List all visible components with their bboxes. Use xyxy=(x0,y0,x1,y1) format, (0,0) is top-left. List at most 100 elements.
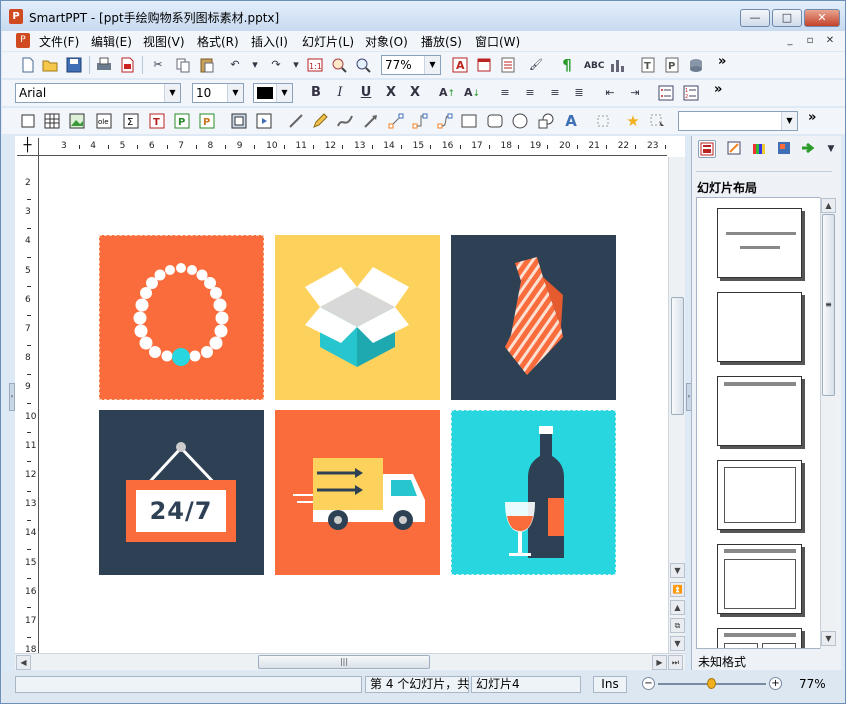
menu-view[interactable]: 视图(V) xyxy=(143,33,185,50)
export-pdf-icon[interactable] xyxy=(118,56,136,74)
animation-tab-icon[interactable] xyxy=(775,140,793,158)
scrollbar-thumb[interactable]: ||| xyxy=(258,655,430,669)
zoom-in-button[interactable]: + xyxy=(769,677,782,690)
toolbar-overflow-button[interactable]: » xyxy=(718,54,726,69)
menu-insert[interactable]: 插入(I) xyxy=(251,33,288,50)
pen-tool-icon[interactable] xyxy=(311,112,329,130)
format-painter-icon[interactable]: 🖌 xyxy=(527,56,545,74)
layout-title-only[interactable] xyxy=(717,376,802,446)
zoom-slider-thumb[interactable] xyxy=(707,678,716,689)
underline-icon[interactable]: U xyxy=(357,84,375,102)
insert-image-icon[interactable] xyxy=(68,112,86,130)
insert-list-icon[interactable] xyxy=(499,56,517,74)
align-center-icon[interactable]: ≡ xyxy=(546,84,564,102)
color-scheme-tab-icon[interactable] xyxy=(750,140,768,158)
scroll-down-button[interactable]: ▼ xyxy=(670,563,685,578)
toolbar-overflow-button[interactable]: » xyxy=(808,110,816,125)
panel-menu-chevron-icon[interactable]: ▼ xyxy=(822,140,840,158)
editor-vertical-scrollbar[interactable]: ▼ ⏫ ▲ ⧉ ▼ xyxy=(668,157,685,654)
slide-layout-tab-icon[interactable] xyxy=(698,140,716,158)
copy-icon[interactable] xyxy=(174,56,192,74)
transition-tab-icon[interactable] xyxy=(799,140,817,158)
toolbar-overflow-button[interactable]: » xyxy=(714,82,722,97)
minimize-button[interactable]: — xyxy=(740,9,770,27)
insert-mode[interactable]: Ins xyxy=(593,676,627,693)
justify-icon[interactable]: ≣ xyxy=(570,84,588,102)
text-color-select[interactable]: ▼ xyxy=(253,83,293,103)
style-select[interactable]: ▼ xyxy=(678,111,798,131)
scroll-left-button[interactable]: ◀ xyxy=(16,655,31,670)
menu-window[interactable]: 窗口(W) xyxy=(475,33,520,50)
font-color-icon[interactable]: A xyxy=(451,56,469,74)
increase-font-icon[interactable]: A↑ xyxy=(438,84,456,102)
tile-gift-box[interactable] xyxy=(275,235,440,400)
undo-dropdown-icon[interactable]: ▾ xyxy=(246,56,264,74)
scroll-down-button[interactable]: ▼ xyxy=(821,631,836,646)
menu-format[interactable]: 格式(R) xyxy=(197,33,239,50)
elbow-connector-icon[interactable] xyxy=(411,112,429,130)
insert-formula-icon[interactable]: Σ xyxy=(122,112,140,130)
mdi-minimize-button[interactable]: _ xyxy=(781,33,799,48)
chevron-down-icon[interactable]: ▼ xyxy=(781,112,797,130)
select-frame-icon[interactable] xyxy=(19,112,37,130)
zoom-fit-icon[interactable] xyxy=(330,56,348,74)
chart-icon[interactable] xyxy=(608,56,626,74)
ruler-origin-icon[interactable]: ┼ xyxy=(17,138,39,156)
actual-size-icon[interactable]: 1:1 xyxy=(306,56,324,74)
insert-table-icon[interactable] xyxy=(43,112,61,130)
tile-pearl-necklace[interactable] xyxy=(99,235,264,400)
insert-media-icon[interactable] xyxy=(255,112,273,130)
insert-calendar-icon[interactable] xyxy=(475,56,493,74)
redo-icon[interactable]: ↷ xyxy=(267,56,285,74)
scrollbar-thumb[interactable]: ≡ xyxy=(822,214,835,396)
decrease-font-icon[interactable]: A↓ xyxy=(463,84,481,102)
insert-placeholder-icon[interactable]: P xyxy=(173,112,191,130)
numbered-list-icon[interactable]: 12 xyxy=(682,84,700,102)
menu-slide[interactable]: 幻灯片(L) xyxy=(302,33,354,50)
scroll-right-button[interactable]: ▶ xyxy=(652,655,667,670)
zoom-out-button[interactable]: − xyxy=(642,677,655,690)
font-name-select[interactable]: Arial ▼ xyxy=(15,83,181,103)
rectangle-tool-icon[interactable] xyxy=(460,112,478,130)
clear-format-icon[interactable]: X xyxy=(406,84,424,102)
mdi-close-button[interactable]: ✕ xyxy=(821,33,839,48)
insert-frame-icon[interactable] xyxy=(230,112,248,130)
template-icon[interactable]: T xyxy=(639,56,657,74)
maximize-button[interactable]: □ xyxy=(772,9,802,27)
layout-title-content[interactable] xyxy=(717,544,802,614)
paste-icon[interactable] xyxy=(198,56,216,74)
paragraph-marks-icon[interactable]: ¶ xyxy=(558,56,576,74)
print-icon[interactable] xyxy=(95,56,113,74)
spell-check-icon[interactable]: ABC xyxy=(584,56,604,74)
tile-wine-bottle[interactable] xyxy=(451,410,616,575)
layout-title[interactable] xyxy=(717,208,802,278)
chevron-down-icon[interactable]: ▼ xyxy=(276,84,292,102)
chevron-down-icon[interactable]: ▼ xyxy=(424,56,440,74)
undo-icon[interactable]: ↶ xyxy=(226,56,244,74)
rounded-rectangle-icon[interactable] xyxy=(486,112,504,130)
italic-icon[interactable]: I xyxy=(331,84,349,102)
curved-connector-icon[interactable] xyxy=(436,112,454,130)
new-document-icon[interactable] xyxy=(19,56,37,74)
star-shape-icon[interactable]: ★ xyxy=(624,112,642,130)
chevron-down-icon[interactable]: ▼ xyxy=(164,84,180,102)
previous-slide-icon[interactable]: ▲ xyxy=(670,600,685,615)
cut-icon[interactable]: ✂ xyxy=(149,56,167,74)
insert-page-number-icon[interactable]: P xyxy=(198,112,216,130)
line-tool-icon[interactable] xyxy=(287,112,305,130)
redo-dropdown-icon[interactable]: ▾ xyxy=(287,56,305,74)
document-icon[interactable]: P xyxy=(16,33,30,48)
zoom-select[interactable]: 77% ▼ xyxy=(381,55,441,75)
presentation-icon[interactable]: P xyxy=(663,56,681,74)
bullet-list-icon[interactable] xyxy=(657,84,675,102)
tile-open-24-7-sign[interactable]: 24/7 xyxy=(99,410,264,575)
connector-tool-icon[interactable] xyxy=(387,112,405,130)
open-folder-icon[interactable] xyxy=(41,56,59,74)
align-left-icon[interactable]: ≡ xyxy=(496,84,514,102)
zoom-slider-track[interactable] xyxy=(658,678,766,689)
design-tab-icon[interactable] xyxy=(725,140,743,158)
insert-ole-icon[interactable]: ole xyxy=(95,112,113,130)
curve-tool-icon[interactable] xyxy=(336,112,354,130)
text-art-icon[interactable]: A xyxy=(562,112,580,130)
tile-striped-tie[interactable] xyxy=(451,235,616,400)
